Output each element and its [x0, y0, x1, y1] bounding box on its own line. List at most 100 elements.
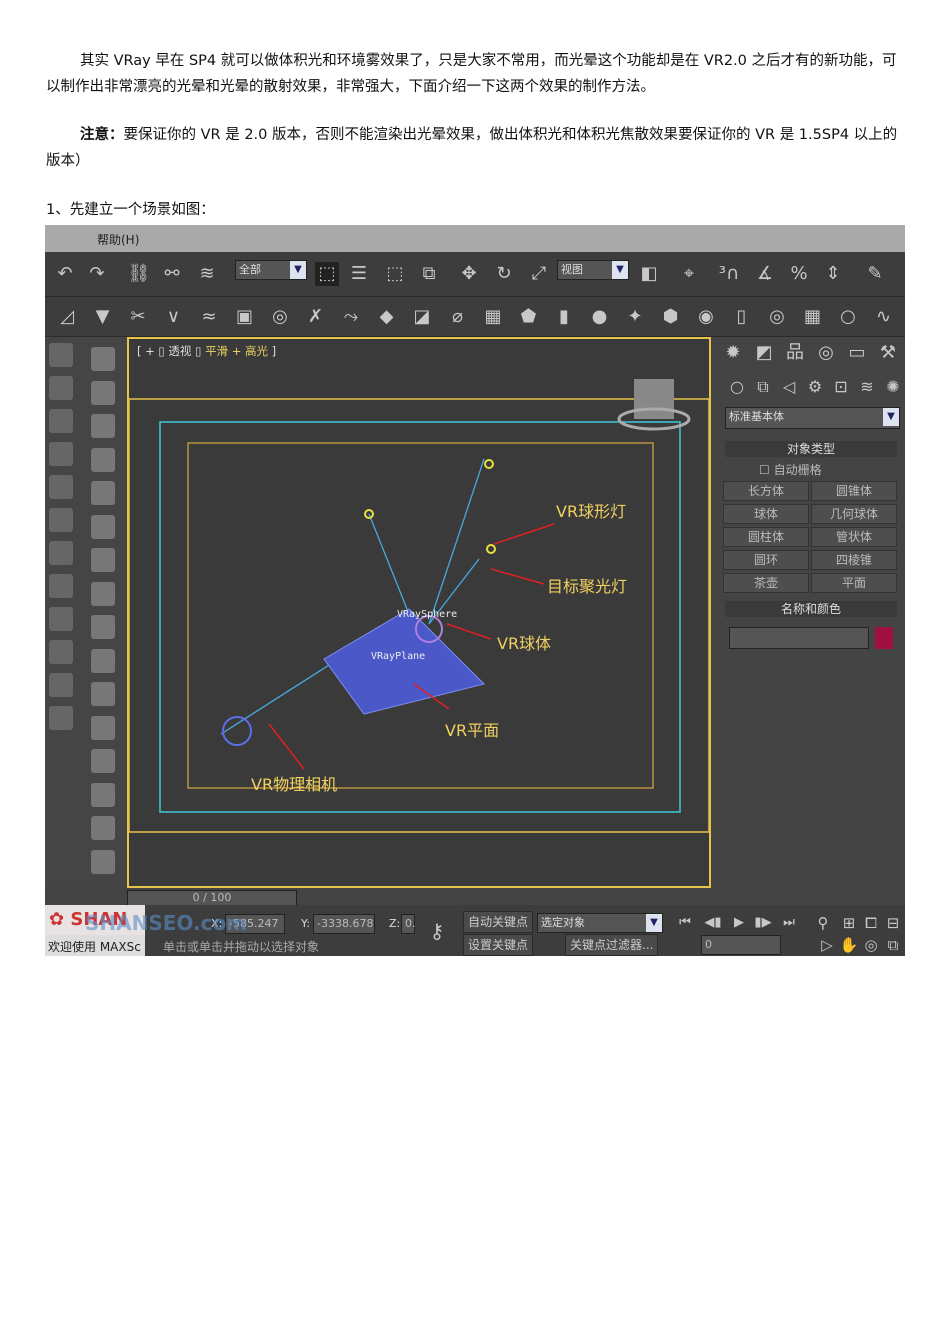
rollout-object-type[interactable]: 对象类型 — [725, 441, 897, 457]
command-tab-icon[interactable]: ◎ — [814, 341, 838, 365]
modeling-tool-icon[interactable] — [49, 706, 73, 730]
modeling-tool-icon[interactable] — [91, 514, 115, 539]
zoom-extents-all-icon[interactable]: ⊟ — [881, 911, 905, 935]
bind-spacewarp-icon[interactable]: ≋ — [195, 262, 219, 286]
orbit-icon[interactable]: ◎ — [859, 933, 883, 956]
rect-region-icon[interactable]: ⬚ — [383, 262, 407, 286]
modeling-tool-icon[interactable] — [49, 541, 73, 565]
modeling-tool-icon[interactable] — [91, 414, 115, 438]
object-category-icon[interactable]: ≋ — [855, 375, 879, 399]
command-tab-icon[interactable]: 品 — [783, 341, 807, 365]
modeling-tool-icon[interactable] — [91, 548, 115, 572]
perspective-viewport[interactable]: [ + ▯ 透视 ▯ 平滑 + 高光 ] VR球形灯 目标聚光灯 VR球体 VR… — [127, 337, 711, 888]
link-icon[interactable]: ⛓ — [127, 262, 151, 286]
unlink-icon[interactable]: ⚯ — [160, 262, 184, 286]
time-slider[interactable]: 0 / 100 — [127, 890, 297, 906]
rotate-icon[interactable]: ↻ — [492, 262, 516, 286]
object-tool-icon[interactable]: ⬟ — [517, 305, 541, 329]
create-5-button[interactable]: 管状体 — [811, 527, 897, 547]
object-tool-icon[interactable]: ✦ — [623, 305, 647, 329]
play-icon[interactable]: ▶ — [727, 911, 751, 935]
select-object-icon[interactable]: ⬚ — [315, 262, 339, 286]
go-to-start-icon[interactable]: ⏮ — [673, 911, 697, 935]
object-tool-icon[interactable]: ≈ — [197, 305, 221, 329]
object-tool-icon[interactable]: ◎ — [765, 305, 789, 329]
manipulate-icon[interactable]: ⌖ — [677, 262, 701, 286]
create-1-button[interactable]: 圆锥体 — [811, 481, 897, 501]
modeling-tool-icon[interactable] — [91, 682, 115, 706]
modeling-tool-icon[interactable] — [49, 475, 73, 499]
autogrid-checkbox[interactable]: ☐ 自动栅格 — [759, 461, 822, 478]
key-filters-button[interactable]: 关键点过滤器... — [565, 934, 659, 956]
y-coord-field[interactable]: -3338.678 — [313, 914, 375, 934]
named-selection-icon[interactable]: ✎ — [863, 262, 887, 286]
modeling-tool-icon[interactable] — [91, 782, 115, 807]
scale-icon[interactable]: ⤢ — [527, 262, 551, 286]
select-by-name-icon[interactable]: ☰ — [347, 262, 371, 286]
object-tool-icon[interactable]: ◿ — [55, 305, 79, 329]
modeling-tool-icon[interactable] — [49, 409, 73, 433]
z-coord-field[interactable]: 0. — [401, 914, 416, 934]
modeling-tool-icon[interactable] — [91, 347, 115, 371]
key-mode-dropdown[interactable]: 选定对象 ▼ — [537, 913, 663, 933]
create-9-button[interactable]: 平面 — [811, 573, 897, 593]
modeling-tool-icon[interactable] — [49, 343, 73, 367]
object-tool-icon[interactable]: ⬢ — [659, 305, 683, 329]
set-key-button[interactable]: 设置关键点 — [463, 934, 534, 956]
object-category-icon[interactable]: ○ — [725, 375, 749, 399]
object-category-icon[interactable]: ◁ — [777, 375, 801, 399]
modeling-tool-icon[interactable] — [91, 816, 115, 840]
object-tool-icon[interactable]: ▼ — [91, 305, 115, 329]
object-category-icon[interactable]: ✺ — [881, 375, 905, 399]
object-tool-icon[interactable]: ○ — [836, 305, 860, 329]
create-3-button[interactable]: 几何球体 — [811, 504, 897, 524]
create-0-button[interactable]: 长方体 — [723, 481, 809, 501]
object-tool-icon[interactable]: ▦ — [801, 305, 825, 329]
zoom-icon[interactable]: ⚲ — [811, 911, 835, 935]
modeling-tool-icon[interactable] — [49, 574, 73, 598]
zoom-all-icon[interactable]: ⊞ — [837, 911, 861, 935]
object-tool-icon[interactable]: ∨ — [162, 305, 186, 329]
object-tool-icon[interactable]: ◉ — [694, 305, 718, 329]
object-tool-icon[interactable]: ◪ — [410, 305, 434, 329]
modeling-tool-icon[interactable] — [91, 581, 115, 606]
object-tool-icon[interactable]: ● — [588, 305, 612, 329]
frame-field[interactable]: 0 — [701, 935, 781, 955]
modeling-tool-icon[interactable] — [91, 849, 115, 874]
object-category-icon[interactable]: ⚙ — [803, 375, 827, 399]
command-tab-icon[interactable]: ✹ — [721, 341, 745, 365]
modeling-tool-icon[interactable] — [91, 715, 115, 740]
fov-icon[interactable]: ▷ — [815, 933, 839, 956]
object-tool-icon[interactable]: ▮ — [552, 305, 576, 329]
object-tool-icon[interactable]: ∿ — [872, 305, 896, 329]
modeling-tool-icon[interactable] — [91, 648, 115, 673]
selection-filter-dropdown[interactable]: 全部 ▼ — [235, 260, 307, 280]
zoom-extents-icon[interactable]: ⧠ — [859, 911, 883, 935]
modeling-tool-icon[interactable] — [91, 447, 115, 472]
modeling-tool-icon[interactable] — [91, 380, 115, 405]
modeling-tool-icon[interactable] — [49, 442, 73, 466]
modeling-tool-icon[interactable] — [49, 508, 73, 532]
object-name-input[interactable] — [729, 627, 869, 649]
create-2-button[interactable]: 球体 — [723, 504, 809, 524]
object-tool-icon[interactable]: ✂ — [126, 305, 150, 329]
maximize-viewport-icon[interactable]: ⧉ — [881, 933, 905, 956]
go-to-end-icon[interactable]: ⏭ — [777, 911, 801, 935]
modeling-tool-icon[interactable] — [91, 481, 115, 505]
redo-icon[interactable]: ↷ — [85, 262, 109, 286]
command-tab-icon[interactable]: ⚒ — [876, 341, 900, 365]
object-category-icon[interactable]: ⊡ — [829, 375, 853, 399]
category-dropdown[interactable]: 标准基本体 ▼ — [725, 407, 900, 429]
rollout-name-color[interactable]: 名称和颜色 — [725, 601, 897, 617]
object-tool-icon[interactable]: ▯ — [730, 305, 754, 329]
object-category-icon[interactable]: ⧉ — [751, 375, 775, 399]
create-8-button[interactable]: 茶壶 — [723, 573, 809, 593]
modeling-tool-icon[interactable] — [49, 640, 73, 664]
modeling-tool-icon[interactable] — [49, 376, 73, 400]
object-tool-icon[interactable]: ⤳ — [339, 305, 363, 329]
key-icon[interactable]: ⚷ — [425, 919, 449, 943]
pan-icon[interactable]: ✋ — [837, 933, 861, 956]
auto-key-button[interactable]: 自动关键点 — [463, 911, 534, 933]
object-tool-icon[interactable]: ◆ — [375, 305, 399, 329]
move-icon[interactable]: ✥ — [457, 262, 481, 286]
